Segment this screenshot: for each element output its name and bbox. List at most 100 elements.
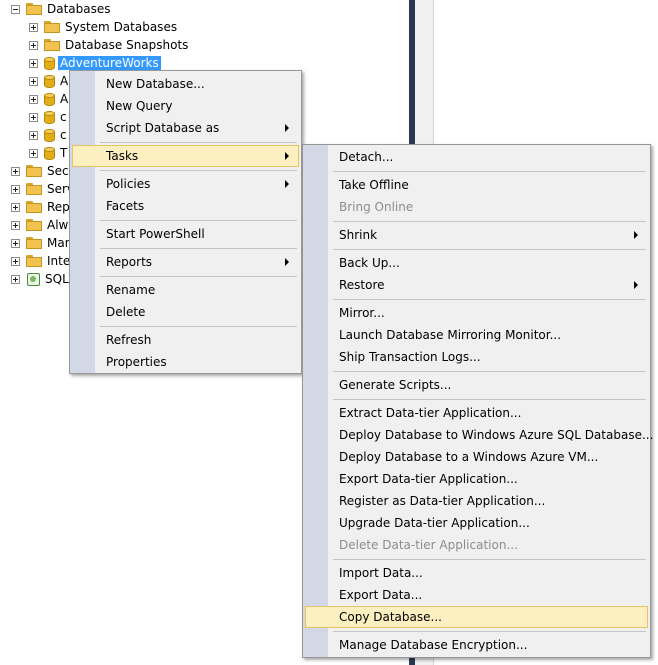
- tree-node-sql-agent[interactable]: SQL: [11, 270, 69, 288]
- menu-item-label: Properties: [106, 355, 167, 369]
- menu-item-label: Deploy Database to a Windows Azure VM...: [339, 450, 599, 464]
- menu-item-import-data[interactable]: Import Data...: [305, 562, 648, 584]
- expand-icon[interactable]: [29, 112, 38, 122]
- menu-item-label: Manage Database Encryption...: [339, 638, 528, 652]
- menu-item-extract-data-tier[interactable]: Extract Data-tier Application...: [305, 402, 648, 424]
- folder-icon: [26, 237, 42, 249]
- database-icon: [44, 56, 55, 70]
- menu-item-mirror[interactable]: Mirror...: [305, 302, 648, 324]
- tree-label-selected: AdventureWorks: [58, 56, 161, 70]
- menu-separator: [100, 142, 297, 143]
- tree-node-replication[interactable]: Repl: [11, 198, 73, 216]
- tree-label: SQL: [45, 272, 69, 286]
- tree-node-database[interactable]: c: [29, 108, 67, 126]
- sql-agent-icon: [26, 272, 40, 286]
- folder-icon: [44, 21, 60, 33]
- tree-label: Database Snapshots: [65, 38, 189, 52]
- expand-icon[interactable]: [29, 76, 38, 86]
- expand-icon[interactable]: [29, 130, 38, 140]
- tree-label: c: [60, 110, 67, 124]
- expand-icon[interactable]: [29, 22, 38, 32]
- tasks-submenu: Detach... Take Offline Bring Online Shri…: [302, 144, 653, 658]
- menu-item-launch-mirroring-monitor[interactable]: Launch Database Mirroring Monitor...: [305, 324, 648, 346]
- expand-icon[interactable]: [29, 58, 38, 68]
- menu-separator: [333, 221, 646, 222]
- menu-item-label: New Database...: [106, 77, 205, 91]
- expand-icon[interactable]: [11, 202, 20, 212]
- menu-item-label: Export Data-tier Application...: [339, 472, 518, 486]
- menu-item-label: Shrink: [339, 228, 378, 242]
- menu-item-rename[interactable]: Rename: [72, 279, 299, 301]
- menu-item-reports[interactable]: Reports: [72, 251, 299, 273]
- menu-item-detach[interactable]: Detach...: [305, 146, 648, 168]
- expand-icon[interactable]: [11, 166, 20, 176]
- menu-item-tasks[interactable]: Tasks: [72, 145, 299, 167]
- menu-item-start-powershell[interactable]: Start PowerShell: [72, 223, 299, 245]
- tree-node-system-databases[interactable]: System Databases: [29, 18, 177, 36]
- tree-node-database[interactable]: A: [29, 72, 68, 90]
- menu-item-refresh[interactable]: Refresh: [72, 329, 299, 351]
- menu-separator: [333, 171, 646, 172]
- menu-separator: [100, 276, 297, 277]
- tree-node-database[interactable]: c: [29, 126, 67, 144]
- tree-node-database-snapshots[interactable]: Database Snapshots: [29, 36, 188, 54]
- expand-icon[interactable]: [11, 184, 20, 194]
- tree-node-database[interactable]: A: [29, 90, 68, 108]
- menu-separator: [100, 220, 297, 221]
- menu-item-restore[interactable]: Restore: [305, 274, 648, 296]
- menu-item-facets[interactable]: Facets: [72, 195, 299, 217]
- menu-item-new-query[interactable]: New Query: [72, 95, 299, 117]
- expand-icon[interactable]: [11, 220, 20, 230]
- menu-item-script-database-as[interactable]: Script Database as: [72, 117, 299, 139]
- expand-icon[interactable]: [11, 274, 20, 284]
- menu-item-copy-database[interactable]: Copy Database...: [305, 606, 648, 628]
- menu-item-take-offline[interactable]: Take Offline: [305, 174, 648, 196]
- database-icon: [44, 74, 55, 88]
- tree-node-databases[interactable]: Databases: [11, 0, 111, 18]
- collapse-icon[interactable]: [11, 4, 20, 14]
- folder-icon: [26, 183, 42, 195]
- menu-separator: [333, 371, 646, 372]
- tree-node-server-objects[interactable]: Serv: [11, 180, 74, 198]
- menu-item-label: Reports: [106, 255, 153, 269]
- menu-separator: [333, 299, 646, 300]
- menu-item-manage-encryption[interactable]: Manage Database Encryption...: [305, 634, 648, 656]
- submenu-arrow-icon: [285, 258, 289, 266]
- database-icon: [44, 92, 55, 106]
- expand-icon[interactable]: [29, 148, 38, 158]
- tree-node-management[interactable]: Man: [11, 234, 72, 252]
- menu-item-bring-online: Bring Online: [305, 196, 648, 218]
- menu-item-delete[interactable]: Delete: [72, 301, 299, 323]
- menu-item-export-data[interactable]: Export Data...: [305, 584, 648, 606]
- menu-item-policies[interactable]: Policies: [72, 173, 299, 195]
- tree-label: Databases: [47, 2, 111, 16]
- expand-icon[interactable]: [29, 94, 38, 104]
- menu-item-label: Import Data...: [339, 566, 423, 580]
- menu-item-properties[interactable]: Properties: [72, 351, 299, 373]
- menu-item-register-data-tier[interactable]: Register as Data-tier Application...: [305, 490, 648, 512]
- tree-node-security[interactable]: Secu: [11, 162, 76, 180]
- tree-node-database[interactable]: T: [29, 144, 67, 162]
- menu-item-label: Upgrade Data-tier Application...: [339, 516, 530, 530]
- expand-icon[interactable]: [29, 40, 38, 50]
- menu-item-export-data-tier[interactable]: Export Data-tier Application...: [305, 468, 648, 490]
- tree-node-integration-services[interactable]: Integ: [11, 252, 78, 270]
- menu-item-label: Tasks: [106, 149, 139, 163]
- menu-item-shrink[interactable]: Shrink: [305, 224, 648, 246]
- menu-item-new-database[interactable]: New Database...: [72, 73, 299, 95]
- menu-separator: [100, 170, 297, 171]
- menu-item-ship-transaction-logs[interactable]: Ship Transaction Logs...: [305, 346, 648, 368]
- menu-item-generate-scripts[interactable]: Generate Scripts...: [305, 374, 648, 396]
- expand-icon[interactable]: [11, 238, 20, 248]
- menu-item-label: Ship Transaction Logs...: [339, 350, 481, 364]
- menu-item-upgrade-data-tier[interactable]: Upgrade Data-tier Application...: [305, 512, 648, 534]
- menu-separator: [333, 399, 646, 400]
- menu-item-label: Start PowerShell: [106, 227, 205, 241]
- expand-icon[interactable]: [11, 256, 20, 266]
- menu-item-back-up[interactable]: Back Up...: [305, 252, 648, 274]
- menu-item-delete-data-tier: Delete Data-tier Application...: [305, 534, 648, 556]
- menu-item-label: Register as Data-tier Application...: [339, 494, 546, 508]
- tree-node-alwayson[interactable]: Alwa: [11, 216, 76, 234]
- menu-item-deploy-azure-vm[interactable]: Deploy Database to a Windows Azure VM...: [305, 446, 648, 468]
- menu-item-deploy-azure-sql[interactable]: Deploy Database to Windows Azure SQL Dat…: [305, 424, 653, 446]
